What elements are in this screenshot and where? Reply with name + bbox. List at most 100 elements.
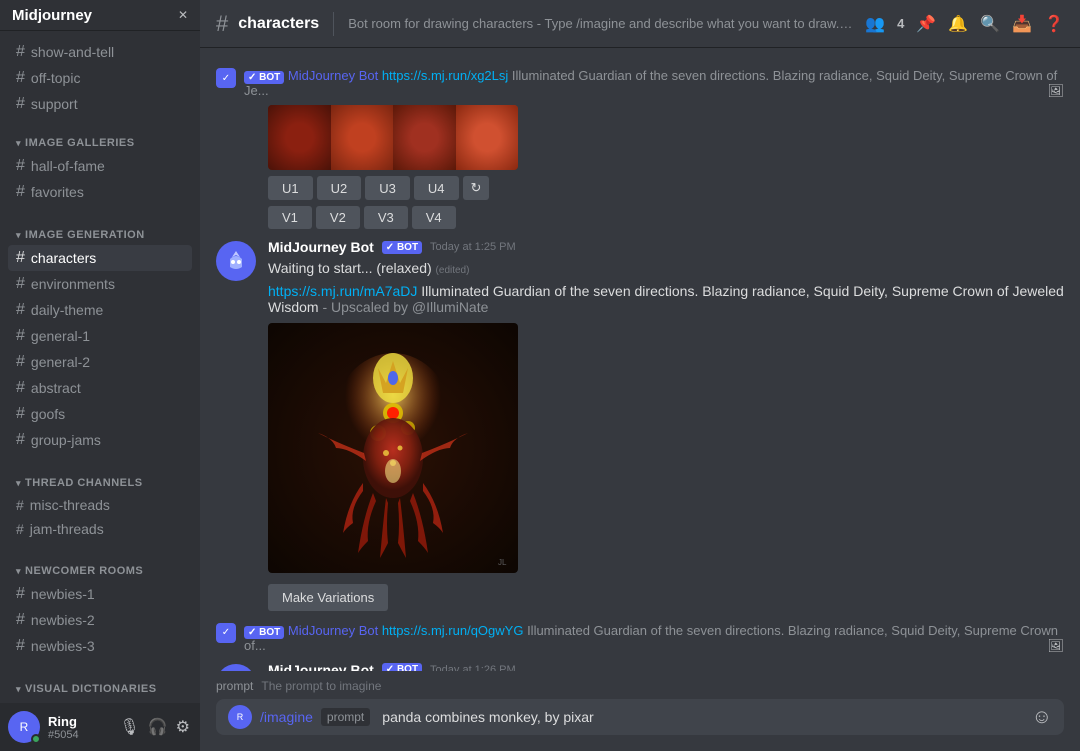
message-content: Waiting to start... (relaxed) (edited) [268,259,1064,279]
message-author-2: MidJourney Bot [268,662,374,671]
hash-icon: # [16,183,25,201]
channel-label: support [31,96,78,112]
sidebar-item-off-topic[interactable]: # off-topic [8,65,192,91]
user-bar: R Ring #5054 🎙 🎧 ⚙ [0,703,200,751]
sidebar-item-newbies-3[interactable]: # newbies-3 [8,633,192,659]
prompt-input[interactable] [378,699,1019,735]
v4-button[interactable]: V4 [412,206,456,229]
top-image-strip [268,105,518,170]
newcomer-rooms-section: ▾ NEWCOMER ROOMS # newbies-1 # newbies-2… [0,545,200,663]
server-header[interactable]: Midjourney ✕ [0,0,200,31]
channel-label: general-1 [31,328,90,344]
message-body-2: MidJourney Bot ✓ BOT Today at 1:26 PM Wa… [268,662,1064,671]
edited-indicator: (edited) [436,265,470,276]
bot-avatar [216,241,256,281]
emoji-button[interactable]: ☺ [1032,706,1052,729]
image-preview-icon-2[interactable]: 🖼 [1047,638,1064,654]
channel-label: general-2 [31,354,90,370]
u2-button[interactable]: U2 [317,176,362,200]
image-galleries-collapse[interactable]: ▾ IMAGE GALLERIES [8,133,192,153]
sidebar-item-characters[interactable]: # characters [8,245,192,271]
settings-button[interactable]: ⚙ [174,715,192,739]
image-generation-collapse[interactable]: ▾ IMAGE GENERATION [8,225,192,245]
sidebar-item-newbies-2[interactable]: # newbies-2 [8,607,192,633]
bell-icon[interactable]: 🔔 [948,14,968,34]
waiting-text: Waiting to start... (relaxed) [268,260,432,276]
message-link-line: https://s.mj.run/mA7aDJ Illuminated Guar… [268,283,1064,315]
image-url-link[interactable]: https://s.mj.run/mA7aDJ [268,283,417,299]
prompt-label-row: prompt The prompt to imagine [216,679,1064,693]
deafen-button[interactable]: 🎧 [146,715,170,739]
message-header-2: MidJourney Bot ✓ BOT Today at 1:26 PM [268,662,1064,671]
channel-label: newbies-2 [31,612,95,628]
sidebar-item-goofs[interactable]: # goofs [8,401,192,427]
v1-button[interactable]: V1 [268,206,312,229]
image-quarter-3 [393,105,456,170]
hash-icon: # [16,69,25,87]
sidebar-item-daily-theme[interactable]: # daily-theme [8,297,192,323]
sidebar-item-support[interactable]: # support [8,91,192,117]
search-icon[interactable]: 🔍 [980,14,1000,34]
upscale-buttons-row: U1 U2 U3 U4 ↻ [268,176,1064,200]
bot-system-message-2: ✓ ✓ BOT MidJourney Bot https://s.mj.run/… [200,619,1080,658]
image-galleries-section: ▾ IMAGE GALLERIES # hall-of-fame # favor… [0,117,200,209]
prompt-placeholder-text: The prompt to imagine [261,679,381,693]
visual-dicts-section: ▾ VISUAL DICTIONARIES [0,663,200,703]
image-preview-icon[interactable]: 🖼 [1047,83,1064,99]
sidebar: Midjourney ✕ # show-and-tell # off-topic… [0,0,200,751]
thread-channels-collapse[interactable]: ▾ THREAD CHANNELS [8,473,192,493]
sidebar-item-group-jams[interactable]: # group-jams [8,427,192,453]
collapse-arrow-icon: ▾ [16,566,21,577]
sidebar-item-hall-of-fame[interactable]: # hall-of-fame [8,153,192,179]
sidebar-item-general-1[interactable]: # general-1 [8,323,192,349]
channel-label: misc-threads [30,497,110,513]
sidebar-item-environments[interactable]: # environments [8,271,192,297]
sidebar-item-general-2[interactable]: # general-2 [8,349,192,375]
u1-button[interactable]: U1 [268,176,313,200]
message-body: MidJourney Bot ✓ BOT Today at 1:25 PM Wa… [268,239,1064,611]
collapse-arrow-icon: ▾ [16,684,21,695]
bot-link[interactable]: MidJourney Bot [288,68,382,83]
u3-button[interactable]: U3 [365,176,410,200]
make-variations-button[interactable]: Make Variations [268,584,388,611]
channel-label: off-topic [31,70,81,86]
hash-icon: # [16,95,25,113]
help-icon[interactable]: ❓ [1044,14,1064,34]
channel-label: favorites [31,184,84,200]
section-label: IMAGE GENERATION [25,229,145,241]
sidebar-item-misc-threads[interactable]: # misc-threads [8,493,192,517]
members-icon[interactable]: 👥 [865,14,885,34]
sidebar-item-show-and-tell[interactable]: # show-and-tell [8,39,192,65]
pin-icon[interactable]: 📌 [916,14,936,34]
sidebar-item-favorites[interactable]: # favorites [8,179,192,205]
prompt-input-label: prompt [321,708,370,726]
sidebar-item-newbies-1[interactable]: # newbies-1 [8,581,192,607]
u4-button[interactable]: U4 [414,176,459,200]
header-divider [333,12,334,36]
bot-system-message-1: ✓ ✓ BOT MidJourney Bot https://s.mj.run/… [200,64,1080,103]
inbox-icon[interactable]: 📥 [1012,14,1032,34]
message-header: MidJourney Bot ✓ BOT Today at 1:25 PM [268,239,1064,255]
bot-avatar-2 [216,664,256,671]
hash-icon: # [16,353,25,371]
image-link-2[interactable]: https://s.mj.run/qOgwYG [382,623,524,638]
mute-button[interactable]: 🎙 [117,715,141,739]
visual-dicts-collapse[interactable]: ▾ VISUAL DICTIONARIES [8,679,192,699]
input-bar: R /imagine prompt ☺ [216,699,1064,735]
channel-label: daily-theme [31,302,103,318]
username: Ring [48,714,109,729]
sidebar-item-jam-threads[interactable]: # jam-threads [8,517,192,541]
thread-channels-section: ▾ THREAD CHANNELS # misc-threads # jam-t… [0,457,200,545]
channel-label: hall-of-fame [31,158,105,174]
hash-icon: # [16,611,25,629]
v2-button[interactable]: V2 [316,206,360,229]
refresh-button[interactable]: ↻ [463,176,490,200]
channel-label: newbies-1 [31,586,95,602]
v3-button[interactable]: V3 [364,206,408,229]
section-label: IMAGE GALLERIES [25,137,135,149]
newcomer-rooms-collapse[interactable]: ▾ NEWCOMER ROOMS [8,561,192,581]
bot-link-2[interactable]: MidJourney Bot [288,623,382,638]
image-link[interactable]: https://s.mj.run/xg2Lsj [382,68,508,83]
sidebar-item-abstract[interactable]: # abstract [8,375,192,401]
bot-badge: ✓ BOT [382,241,422,254]
